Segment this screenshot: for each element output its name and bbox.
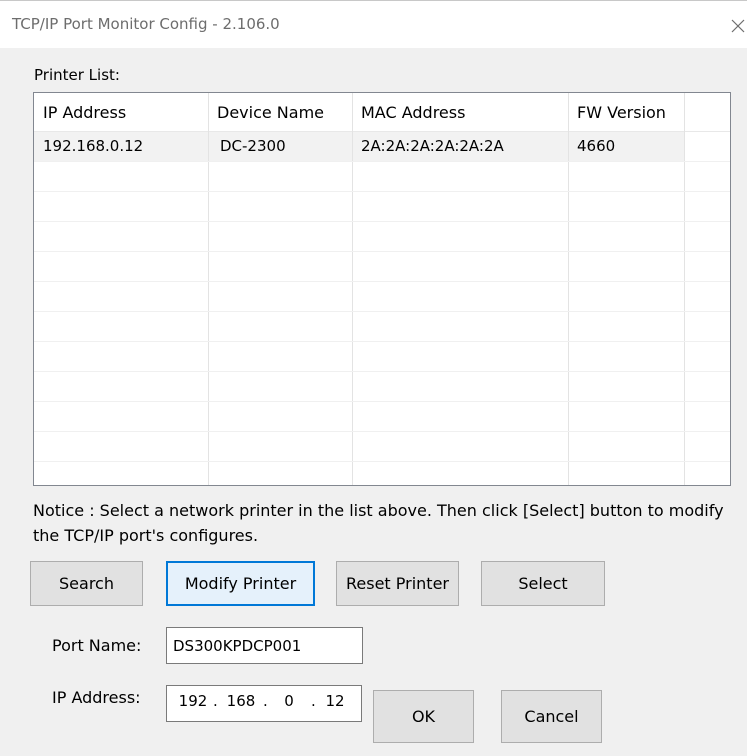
row-gridline — [34, 341, 730, 342]
cell-fw-version[interactable]: 4660 — [568, 132, 684, 161]
window-title: TCP/IP Port Monitor Config - 2.106.0 — [12, 15, 280, 33]
ip-octet-3[interactable]: 0 — [271, 686, 307, 721]
ok-button[interactable]: OK — [373, 690, 474, 743]
modify-printer-button[interactable]: Modify Printer — [166, 561, 315, 606]
row-gridline — [34, 221, 730, 222]
ip-dot: . — [263, 692, 268, 710]
cancel-button[interactable]: Cancel — [501, 690, 602, 743]
printer-list[interactable]: IP Address Device Name MAC Address FW Ve… — [33, 92, 731, 486]
row-gridline — [34, 161, 730, 162]
close-button[interactable] — [727, 5, 747, 45]
close-icon — [731, 19, 745, 33]
row-gridline — [34, 401, 730, 402]
ip-address-label: IP Address: — [52, 688, 141, 707]
reset-printer-button[interactable]: Reset Printer — [336, 561, 459, 606]
port-name-input[interactable] — [166, 627, 363, 664]
column-header-fw-version[interactable]: FW Version — [568, 93, 684, 131]
ip-octet-1[interactable]: 192 — [175, 686, 211, 721]
row-gridline — [34, 431, 730, 432]
row-gridline — [34, 251, 730, 252]
ip-octet-4[interactable]: 12 — [317, 686, 353, 721]
printer-list-label: Printer List: — [34, 66, 120, 84]
column-header-device-name[interactable]: Device Name — [208, 93, 352, 131]
port-name-label: Port Name: — [52, 636, 142, 655]
column-header-mac-address[interactable]: MAC Address — [352, 93, 568, 131]
title-bar: TCP/IP Port Monitor Config - 2.106.0 — [0, 0, 747, 48]
row-gridline — [34, 371, 730, 372]
select-button[interactable]: Select — [481, 561, 605, 606]
row-gridline — [34, 461, 730, 462]
search-button[interactable]: Search — [30, 561, 143, 606]
row-gridline — [34, 311, 730, 312]
cell-mac-address[interactable]: 2A:2A:2A:2A:2A:2A — [352, 132, 568, 161]
cell-ip-address[interactable]: 192.168.0.12 — [34, 132, 208, 161]
notice-text: Notice : Select a network printer in the… — [33, 501, 724, 545]
column-header-ip-address[interactable]: IP Address — [34, 93, 208, 131]
row-gridline — [34, 281, 730, 282]
ip-dot: . — [311, 692, 316, 710]
ip-octet-2[interactable]: 168 — [223, 686, 259, 721]
cell-device-name[interactable]: DC-2300 — [208, 132, 352, 161]
ip-address-input[interactable]: 192 . 168 . 0 . 12 — [166, 685, 362, 722]
column-divider — [684, 93, 685, 485]
row-gridline — [34, 191, 730, 192]
ip-dot: . — [213, 692, 218, 710]
